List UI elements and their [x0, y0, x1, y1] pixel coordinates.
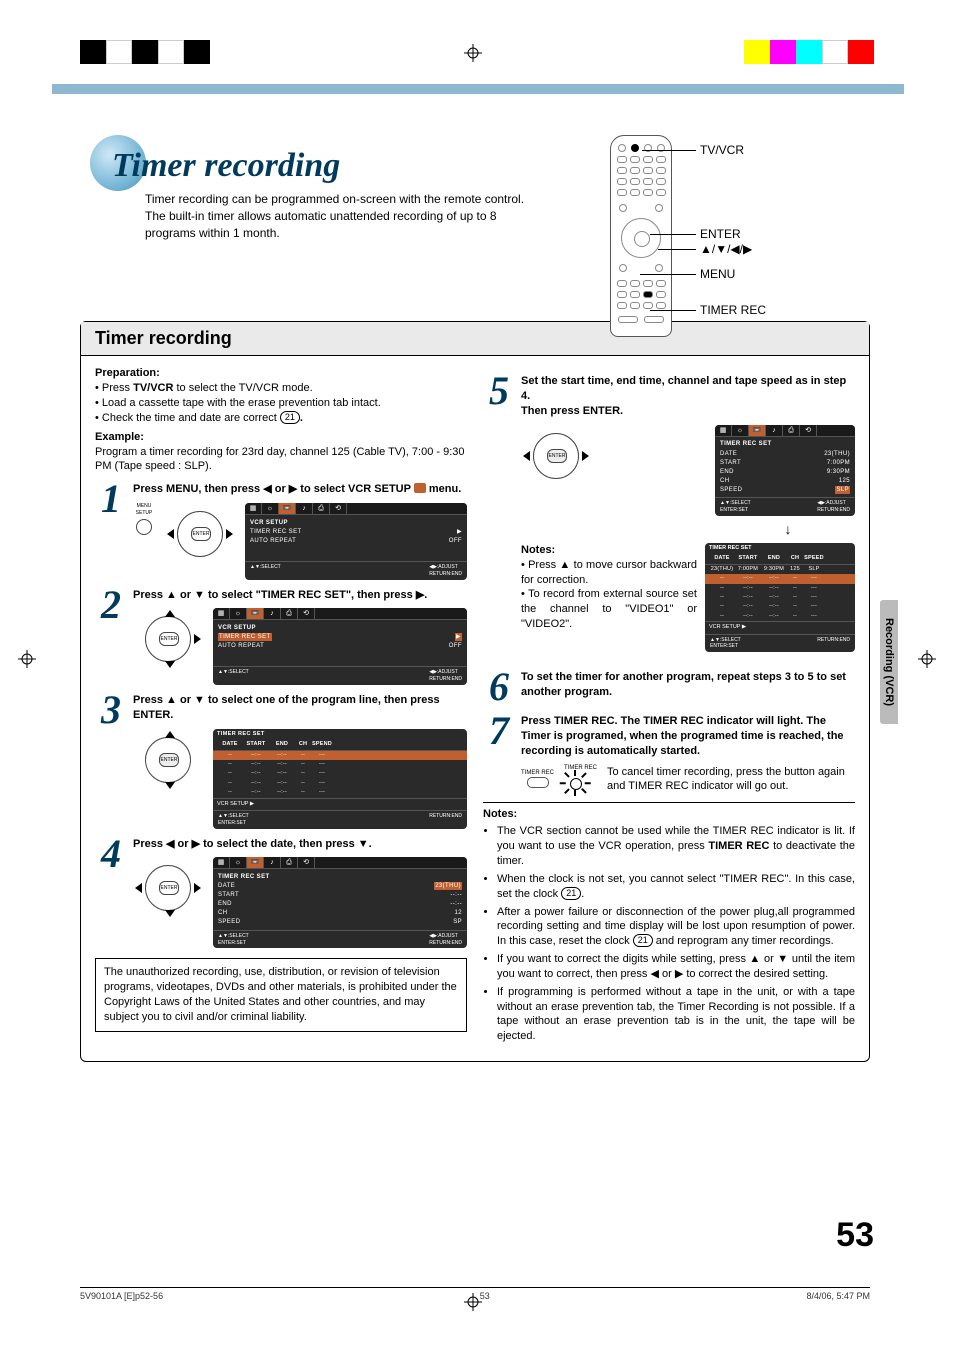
example-text: Program a timer recording for 23rd day, … [95, 445, 467, 475]
step5-notes-heading: Notes: [521, 543, 697, 558]
registration-mark-left [18, 650, 36, 668]
step-2-text: Press ▲ or ▼ to select "TIMER REC SET", … [133, 588, 467, 603]
right-column: 5 Set the start time, end time, channel … [483, 366, 855, 1047]
example-heading: Example: [95, 430, 467, 445]
page-number: 53 [836, 1216, 874, 1255]
footer-left: 5V90101A [E]p52-56 [80, 1291, 163, 1301]
step-7-cancel-text: To cancel timer recording, press the but… [607, 765, 855, 795]
arrow-down-icon: ↓ [721, 520, 855, 539]
timer-rec-indicator-icon [564, 772, 586, 794]
timer-rec-button-icon [527, 777, 549, 788]
step-7-number: 7 [479, 704, 519, 758]
dpad-lr-icon: ENTER [165, 503, 235, 559]
osd-step2: ▦☼📼♪⎙⟲ VCR SETUP TIMER REC SET▶ AUTO REP… [213, 608, 467, 685]
section-box: Timer recording Preparation: • Press TV/… [80, 321, 870, 1062]
prep-b2: • Load a cassette tape with the erase pr… [95, 396, 467, 411]
step-6-text: To set the timer for another program, re… [521, 670, 855, 700]
intro-text: Timer recording can be programmed on-scr… [80, 191, 545, 241]
prep-b3: • Check the time and date are correct 21… [95, 411, 467, 426]
registration-mark-right [918, 650, 936, 668]
step-7: 7 Press TIMER REC. The TIMER REC indicat… [483, 714, 855, 795]
section-body: Preparation: • Press TV/VCR to select th… [81, 356, 869, 1061]
osd-step4: ▦☼📼♪⎙⟲ TIMER REC SET DATE23(THU) START--… [213, 857, 467, 948]
step-7-figure: TIMER REC TIMER REC [521, 764, 855, 794]
note-4: If you want to correct the digits while … [497, 952, 855, 982]
remote-label-enter: ENTER [700, 227, 741, 241]
left-column: Preparation: • Press TV/VCR to select th… [95, 366, 467, 1047]
remote-label-menu: MENU [700, 267, 735, 281]
step-4-number: 4 [91, 827, 131, 881]
footer-mid: 53 [480, 1291, 490, 1301]
step-4-text: Press ◀ or ▶ to select the date, then pr… [133, 837, 467, 852]
remote-label-timerrec: TIMER REC [700, 303, 766, 317]
side-tab-recording-vcr: Recording (VCR) [880, 600, 898, 724]
content-area: Timer recording Timer recording can be p… [80, 135, 870, 1062]
osd-step3: TIMER REC SET DATESTARTENDCHSPEND ----:-… [213, 729, 467, 829]
step-4: 4 Press ◀ or ▶ to select the date, then … [95, 837, 467, 949]
step-3: 3 Press ▲ or ▼ to select one of the prog… [95, 693, 467, 829]
header-accent-bar [52, 84, 904, 94]
notes-heading: Notes: [483, 807, 855, 822]
menu-button-icon: MENU SETUP [133, 503, 155, 535]
osd-step5a: ▦☼📼♪⎙⟲ TIMER REC SET DATE23(THU) START7:… [715, 425, 855, 516]
step-3-number: 3 [91, 683, 131, 737]
step-6: 6 To set the timer for another program, … [483, 670, 855, 700]
title-block: Timer recording Timer recording can be p… [80, 135, 870, 241]
step5-note1: • Press ▲ to move cursor backward for co… [521, 558, 697, 588]
dpad-lr-enter-icon: ENTER [521, 425, 591, 481]
note-5: If programming is performed without a ta… [497, 985, 855, 1044]
note-1: The VCR section cannot be used while the… [497, 824, 855, 869]
osd-step5b: TIMER REC SET DATESTARTENDCHSPEED 23(THU… [705, 543, 855, 652]
step-2: 2 Press ▲ or ▼ to select "TIMER REC SET"… [95, 588, 467, 685]
step-1-text: Press MENU, then press ◀ or ▶ to select … [133, 482, 467, 497]
notes-list: The VCR section cannot be used while the… [483, 824, 855, 1044]
remote-dpad-icon [621, 218, 661, 258]
step-2-number: 2 [91, 578, 131, 632]
notes-divider [483, 802, 855, 803]
registration-mark-top [464, 44, 482, 62]
dpad-lrd-icon: ENTER [133, 857, 203, 913]
step-7-text: Press TIMER REC. The TIMER REC indicator… [521, 714, 855, 759]
step-5-text: Set the start time, end time, channel an… [521, 374, 855, 419]
step-5-number: 5 [479, 364, 519, 418]
step5-note2: • To record from external source set the… [521, 587, 697, 632]
step-1: 1 Press MENU, then press ◀ or ▶ to selec… [95, 482, 467, 579]
page: Timer recording Timer recording can be p… [0, 0, 954, 1351]
osd-step1: ▦☼📼♪⎙⟲ VCR SETUP TIMER REC SET▶ AUTO REP… [245, 503, 467, 580]
dpad-udr-icon: ENTER [133, 608, 203, 664]
step-1-number: 1 [91, 472, 131, 526]
dpad-ud-enter-icon: ENTER [133, 729, 203, 785]
page-title: Timer recording [80, 135, 870, 185]
note-3: After a power failure or disconnection o… [497, 905, 855, 950]
note-2: When the clock is not set, you cannot se… [497, 872, 855, 902]
prep-heading: Preparation: [95, 366, 467, 381]
prep-b1: • Press TV/VCR to select the TV/VCR mode… [95, 381, 467, 396]
footer: 5V90101A [E]p52-56 53 8/4/06, 5:47 PM [80, 1287, 870, 1301]
copyright-disclaimer: The unauthorized recording, use, distrib… [95, 958, 467, 1031]
footer-right: 8/4/06, 5:47 PM [806, 1291, 870, 1301]
step-3-text: Press ▲ or ▼ to select one of the progra… [133, 693, 467, 723]
vcr-setup-tab-icon [414, 483, 426, 493]
preparation-block: Preparation: • Press TV/VCR to select th… [95, 366, 467, 474]
step-5: 5 Set the start time, end time, channel … [483, 374, 855, 652]
remote-label-arrows: ▲/▼/◀/▶ [700, 242, 752, 256]
